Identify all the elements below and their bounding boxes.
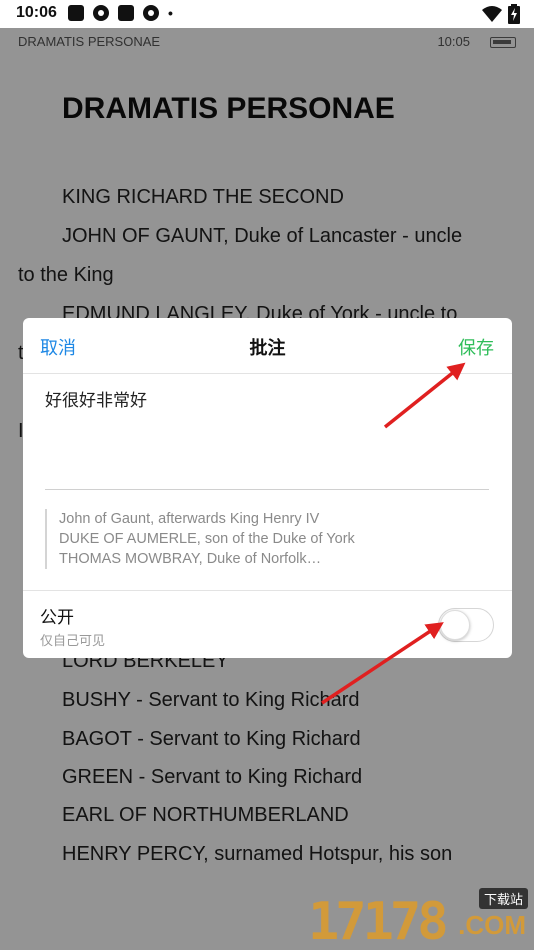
- public-label: 公开: [40, 608, 74, 628]
- quoted-line: DUKE OF AUMERLE, son of the Duke of York: [59, 531, 355, 547]
- note-input[interactable]: 好很好非常好: [45, 386, 489, 490]
- save-button[interactable]: 保存: [458, 334, 494, 360]
- wifi-icon: [482, 6, 502, 22]
- status-bar: 10:06 •: [0, 0, 534, 28]
- dialog-title: 批注: [249, 338, 286, 359]
- dialog-header: 取消 批注 保存: [23, 318, 512, 374]
- pinwheel-icon: [143, 5, 159, 21]
- quoted-line: John of Gaunt, afterwards King Henry IV: [59, 511, 320, 527]
- status-notification-icons: •: [68, 5, 173, 21]
- status-time: 10:06: [16, 4, 57, 21]
- battery-charging-icon: [508, 4, 520, 24]
- public-toggle[interactable]: [438, 608, 494, 642]
- public-sublabel: 仅自己可见: [40, 634, 106, 649]
- watermark-suffix: .COM: [458, 910, 526, 940]
- watermark-tag: 下载站: [478, 888, 528, 909]
- toggle-knob: [440, 610, 470, 640]
- more-notifications-dot: •: [168, 5, 173, 21]
- square-notification-icon: [118, 5, 134, 21]
- watermark-number: 17178: [308, 892, 449, 950]
- quoted-text: John of Gaunt, afterwards King Henry IV …: [45, 509, 489, 569]
- watermark-logo: 17178 下载站 .COM: [308, 886, 528, 950]
- divider: [23, 590, 512, 591]
- pinwheel-icon: [93, 5, 109, 21]
- status-system-icons: [482, 4, 520, 24]
- annotation-dialog: 取消 批注 保存 好很好非常好 John of Gaunt, afterward…: [23, 318, 512, 658]
- square-notification-icon: [68, 5, 84, 21]
- quoted-line: THOMAS MOWBRAY, Duke of Norfolk…: [59, 551, 322, 567]
